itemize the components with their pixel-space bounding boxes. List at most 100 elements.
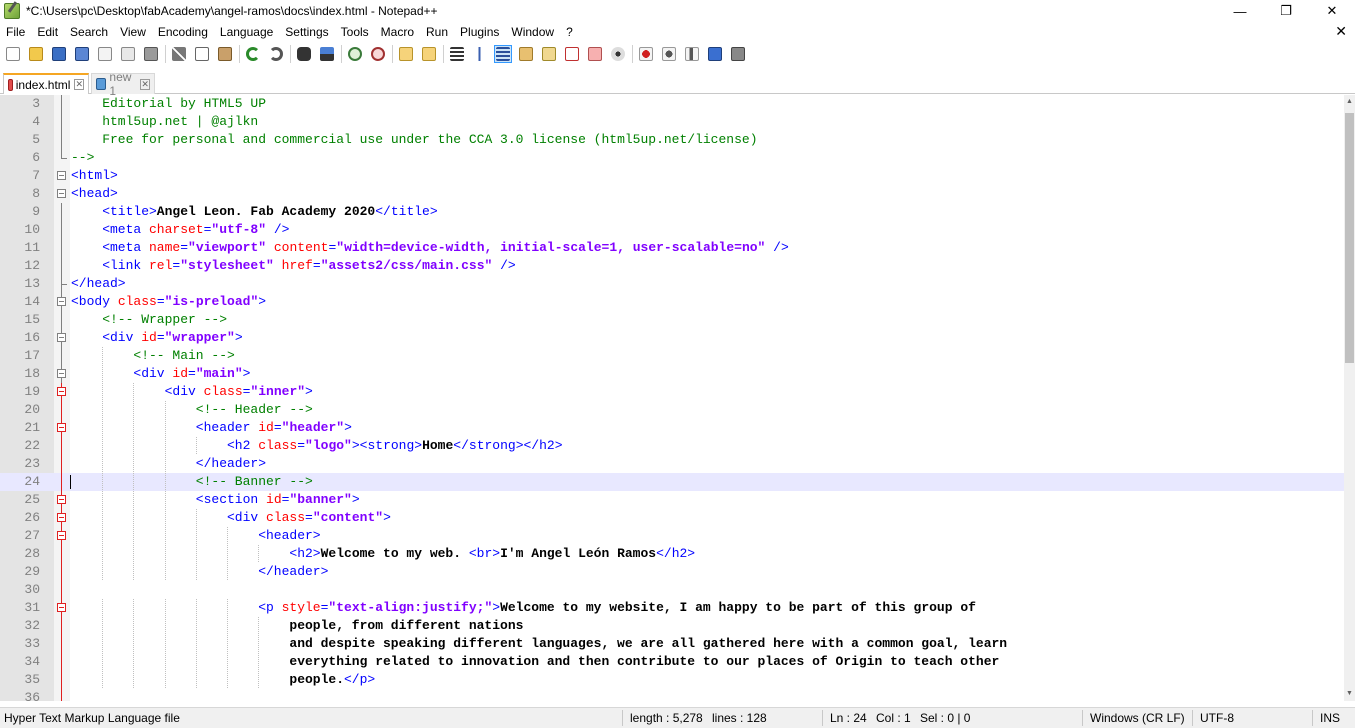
code-text[interactable]: </head>: [71, 275, 126, 293]
undo-button[interactable]: [244, 45, 262, 63]
menu-tools[interactable]: Tools: [335, 25, 375, 39]
code-text[interactable]: people.</p>: [289, 671, 375, 689]
code-text[interactable]: people, from different nations: [289, 617, 523, 635]
find-button[interactable]: [295, 45, 313, 63]
code-line[interactable]: 17 <!-- Main -->: [0, 347, 1344, 365]
function-list-button[interactable]: [563, 45, 581, 63]
code-text[interactable]: <header>: [258, 527, 320, 545]
code-text[interactable]: </header>: [196, 455, 266, 473]
save-all-button[interactable]: [73, 45, 91, 63]
fold-toggle-icon[interactable]: [57, 603, 66, 612]
redo-button[interactable]: [267, 45, 285, 63]
menu-search[interactable]: Search: [64, 25, 114, 39]
scroll-up-arrow-icon[interactable]: ▲: [1344, 95, 1355, 109]
tab-new-1[interactable]: new 1 ✕: [91, 70, 155, 98]
code-line[interactable]: 28 <h2>Welcome to my web. <br>I'm Angel L…: [0, 545, 1344, 563]
status-encoding[interactable]: UTF-8: [1200, 711, 1234, 725]
code-line[interactable]: 9 <title>Angel Leon. Fab Academy 2020</ti…: [0, 203, 1344, 221]
menu-help[interactable]: ?: [560, 25, 579, 39]
code-text[interactable]: <head>: [71, 185, 118, 203]
maximize-button[interactable]: ❐: [1263, 0, 1309, 22]
menu-encoding[interactable]: Encoding: [152, 25, 214, 39]
menu-settings[interactable]: Settings: [279, 25, 334, 39]
menu-edit[interactable]: Edit: [31, 25, 64, 39]
indent-guide-button[interactable]: [494, 45, 512, 63]
fold-toggle-icon[interactable]: [57, 369, 66, 378]
code-text[interactable]: Free for personal and commercial use und…: [102, 131, 757, 149]
code-line[interactable]: 24 <!-- Banner -->: [0, 473, 1344, 491]
code-line[interactable]: 18 <div id="main">: [0, 365, 1344, 383]
open-file-button[interactable]: [27, 45, 45, 63]
close-all-button[interactable]: [119, 45, 137, 63]
code-text[interactable]: <!-- Banner -->: [196, 473, 313, 491]
code-text[interactable]: <html>: [71, 167, 118, 185]
replace-button[interactable]: [318, 45, 336, 63]
code-editor[interactable]: 3 Editorial by HTML5 UP 4 html5up.net | @aj…: [0, 95, 1355, 701]
code-line[interactable]: 10 <meta charset="utf-8" />: [0, 221, 1344, 239]
play-macro-button[interactable]: [683, 45, 701, 63]
code-text[interactable]: <meta charset="utf-8" />: [102, 221, 289, 239]
word-wrap-button[interactable]: [448, 45, 466, 63]
code-line[interactable]: 4 html5up.net | @ajlkn: [0, 113, 1344, 131]
status-eol-format[interactable]: Windows (CR LF): [1090, 711, 1185, 725]
code-line[interactable]: 36: [0, 689, 1344, 701]
code-line[interactable]: 32 people, from different nations: [0, 617, 1344, 635]
vertical-scrollbar[interactable]: ▲ ▼: [1344, 95, 1355, 701]
copy-button[interactable]: [193, 45, 211, 63]
show-all-characters-button[interactable]: [471, 45, 489, 63]
code-line[interactable]: 13 </head>: [0, 275, 1344, 293]
code-text[interactable]: <section id="banner">: [196, 491, 360, 509]
code-text[interactable]: </header>: [258, 563, 328, 581]
code-line[interactable]: 26 <div class="content">: [0, 509, 1344, 527]
menu-file[interactable]: File: [0, 25, 31, 39]
code-line[interactable]: 30: [0, 581, 1344, 599]
stop-macro-button[interactable]: [660, 45, 678, 63]
code-line[interactable]: 27 <header>: [0, 527, 1344, 545]
fold-toggle-icon[interactable]: [57, 297, 66, 306]
code-line[interactable]: 21 <header id="header">: [0, 419, 1344, 437]
code-text[interactable]: <p style="text-align:justify;">Welcome t…: [258, 599, 976, 617]
code-text[interactable]: Editorial by HTML5 UP: [102, 95, 266, 113]
code-text[interactable]: <div id="main">: [133, 365, 250, 383]
code-text[interactable]: everything related to innovation and the…: [289, 653, 999, 671]
menu-plugins[interactable]: Plugins: [454, 25, 505, 39]
tab-index-html[interactable]: index.html ✕: [3, 73, 89, 94]
code-text[interactable]: <h2 class="logo"><strong>Home</strong></…: [227, 437, 563, 455]
scrollbar-thumb[interactable]: [1345, 113, 1354, 363]
code-text[interactable]: <!-- Main -->: [133, 347, 234, 365]
sync-vertical-button[interactable]: [397, 45, 415, 63]
menu-macro[interactable]: Macro: [375, 25, 420, 39]
code-text[interactable]: <title>Angel Leon. Fab Academy 2020</tit…: [102, 203, 437, 221]
monitoring-button[interactable]: [609, 45, 627, 63]
document-map-button[interactable]: [540, 45, 558, 63]
code-line[interactable]: 33 and despite speaking different languag…: [0, 635, 1344, 653]
fold-toggle-icon[interactable]: [57, 189, 66, 198]
code-text[interactable]: <header id="header">: [196, 419, 352, 437]
user-language-button[interactable]: [517, 45, 535, 63]
code-line[interactable]: 29 </header>: [0, 563, 1344, 581]
scroll-down-arrow-icon[interactable]: ▼: [1344, 687, 1355, 701]
code-text[interactable]: -->: [71, 149, 94, 167]
fold-toggle-icon[interactable]: [57, 513, 66, 522]
code-text[interactable]: <div class="inner">: [165, 383, 313, 401]
save-button[interactable]: [50, 45, 68, 63]
code-text[interactable]: <link rel="stylesheet" href="assets2/css…: [102, 257, 516, 275]
code-line[interactable]: 31 <p style="text-align:justify;">Welcome…: [0, 599, 1344, 617]
code-line[interactable]: 34 everything related to innovation and t…: [0, 653, 1344, 671]
code-line[interactable]: 15 <!-- Wrapper -->: [0, 311, 1344, 329]
code-line[interactable]: 19 <div class="inner">: [0, 383, 1344, 401]
menu-view[interactable]: View: [114, 25, 152, 39]
code-line[interactable]: 20 <!-- Header -->: [0, 401, 1344, 419]
menu-language[interactable]: Language: [214, 25, 279, 39]
code-text[interactable]: <body class="is-preload">: [71, 293, 266, 311]
close-file-button[interactable]: [96, 45, 114, 63]
menu-run[interactable]: Run: [420, 25, 454, 39]
fold-toggle-icon[interactable]: [57, 423, 66, 432]
fold-toggle-icon[interactable]: [57, 333, 66, 342]
code-line[interactable]: 6 -->: [0, 149, 1344, 167]
code-line[interactable]: 22 <h2 class="logo"><strong>Home</strong>…: [0, 437, 1344, 455]
code-line[interactable]: 3 Editorial by HTML5 UP: [0, 95, 1344, 113]
code-text[interactable]: <div class="content">: [227, 509, 391, 527]
close-document-icon[interactable]: ✕: [1335, 23, 1347, 40]
code-text[interactable]: html5up.net | @ajlkn: [102, 113, 258, 131]
